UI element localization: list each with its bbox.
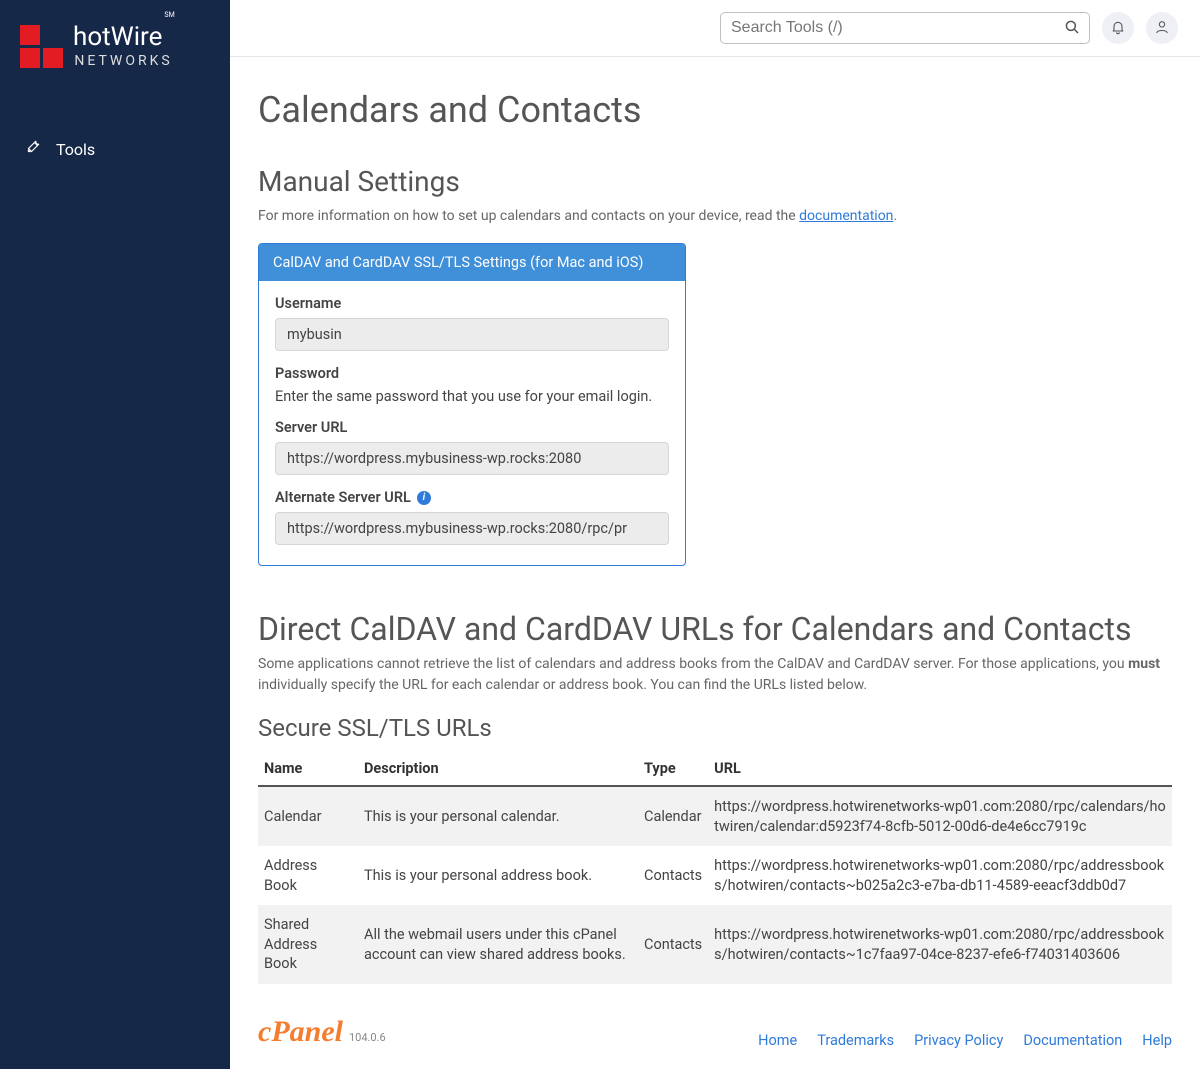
cell-type: Contacts bbox=[638, 905, 708, 984]
cell-type: Calendar bbox=[638, 786, 708, 846]
cell-url[interactable]: https://wordpress.hotwirenetworks-wp01.c… bbox=[708, 905, 1172, 984]
footer-link[interactable]: Trademarks bbox=[817, 1032, 894, 1049]
page-title: Calendars and Contacts bbox=[258, 89, 1172, 131]
server-url-value[interactable]: https://wordpress.mybusiness-wp.rocks:20… bbox=[275, 442, 669, 475]
direct-urls-desc: Some applications cannot retrieve the li… bbox=[258, 654, 1172, 696]
cell-url[interactable]: https://wordpress.hotwirenetworks-wp01.c… bbox=[708, 846, 1172, 905]
account-button[interactable] bbox=[1146, 12, 1178, 44]
tools-icon bbox=[24, 138, 42, 160]
table-row: Address BookThis is your personal addres… bbox=[258, 846, 1172, 905]
footer-link[interactable]: Home bbox=[758, 1032, 797, 1049]
secure-urls-title: Secure SSL/TLS URLs bbox=[258, 714, 1172, 742]
footer: cPanel 104.0.6 Home Trademarks Privacy Pol… bbox=[258, 984, 1172, 1059]
search-wrap bbox=[720, 12, 1090, 44]
footer-link[interactable]: Help bbox=[1142, 1032, 1172, 1049]
main: Calendars and Contacts Manual Settings F… bbox=[230, 0, 1200, 1069]
alt-server-url-label: Alternate Server URL i bbox=[275, 489, 669, 506]
table-row: Shared Address BookAll the webmail users… bbox=[258, 905, 1172, 984]
cell-type: Contacts bbox=[638, 846, 708, 905]
footer-link[interactable]: Privacy Policy bbox=[914, 1032, 1003, 1049]
panel-header: CalDAV and CardDAV SSL/TLS Settings (for… bbox=[259, 244, 685, 281]
manual-settings-desc: For more information on how to set up ca… bbox=[258, 206, 1172, 227]
notifications-button[interactable] bbox=[1102, 12, 1134, 44]
alt-server-url-value[interactable]: https://wordpress.mybusiness-wp.rocks:20… bbox=[275, 512, 669, 545]
topbar bbox=[230, 0, 1200, 57]
documentation-link[interactable]: documentation bbox=[799, 208, 893, 224]
password-label: Password bbox=[275, 365, 669, 382]
table-row: CalendarThis is your personal calendar.C… bbox=[258, 786, 1172, 846]
th-name: Name bbox=[258, 752, 358, 786]
brand-logo[interactable]: hotWireSM NETWORKS bbox=[0, 20, 230, 92]
server-url-label: Server URL bbox=[275, 419, 669, 436]
footer-links: Home Trademarks Privacy Policy Documentatio… bbox=[758, 1032, 1172, 1049]
cpanel-logo[interactable]: cPanel bbox=[258, 1015, 343, 1049]
cell-desc: This is your personal address book. bbox=[358, 846, 638, 905]
search-input[interactable] bbox=[720, 12, 1090, 44]
username-label: Username bbox=[275, 295, 669, 312]
search-button[interactable] bbox=[1060, 16, 1084, 40]
urls-table: Name Description Type URL CalendarThis i… bbox=[258, 752, 1172, 984]
cell-name: Address Book bbox=[258, 846, 358, 905]
password-hint: Enter the same password that you use for… bbox=[275, 388, 669, 405]
brand-text: hotWireSM NETWORKS bbox=[73, 24, 173, 68]
brand-mark bbox=[20, 25, 63, 68]
cell-desc: All the webmail users under this cPanel … bbox=[358, 905, 638, 984]
th-type: Type bbox=[638, 752, 708, 786]
direct-urls-title: Direct CalDAV and CardDAV URLs for Calen… bbox=[258, 610, 1172, 648]
footer-link[interactable]: Documentation bbox=[1023, 1032, 1122, 1049]
cell-name: Shared Address Book bbox=[258, 905, 358, 984]
sidebar-item-label: Tools bbox=[56, 140, 95, 159]
search-icon bbox=[1063, 18, 1081, 39]
th-desc: Description bbox=[358, 752, 638, 786]
th-url: URL bbox=[708, 752, 1172, 786]
cpanel-version: 104.0.6 bbox=[349, 1031, 386, 1044]
sidebar-item-tools[interactable]: Tools bbox=[0, 128, 230, 170]
bell-icon bbox=[1110, 19, 1126, 38]
cell-url[interactable]: https://wordpress.hotwirenetworks-wp01.c… bbox=[708, 786, 1172, 846]
username-value[interactable]: mybusin bbox=[275, 318, 669, 351]
cell-desc: This is your personal calendar. bbox=[358, 786, 638, 846]
cell-name: Calendar bbox=[258, 786, 358, 846]
info-icon[interactable]: i bbox=[417, 491, 431, 505]
ssl-settings-panel: CalDAV and CardDAV SSL/TLS Settings (for… bbox=[258, 243, 686, 566]
content: Calendars and Contacts Manual Settings F… bbox=[230, 57, 1200, 1069]
user-icon bbox=[1154, 19, 1170, 38]
sidebar: hotWireSM NETWORKS Tools bbox=[0, 0, 230, 1069]
manual-settings-title: Manual Settings bbox=[258, 165, 1172, 198]
